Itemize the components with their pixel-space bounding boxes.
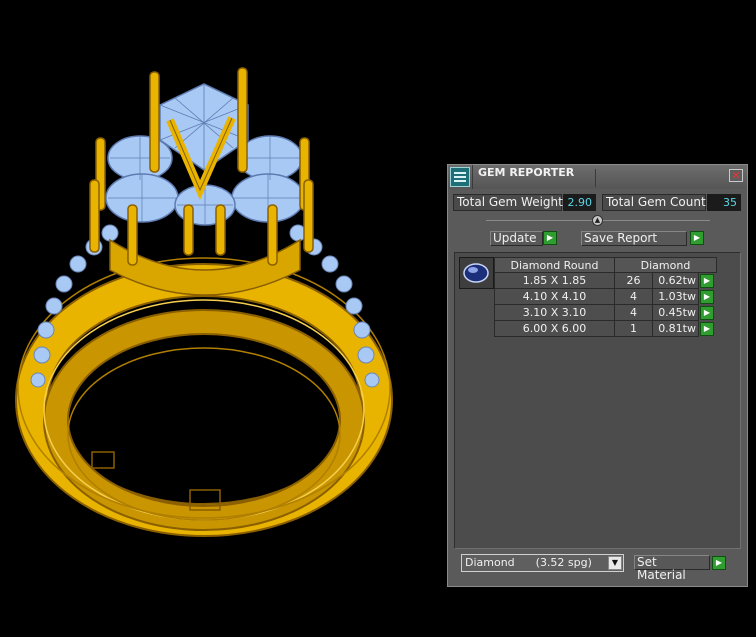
panel-title: GEM REPORTER [478,166,575,179]
table-row-weight: 0.45tw [653,305,699,321]
total-gem-count-value: 35 [707,194,741,211]
column-header-diamond-round: Diamond Round [494,257,615,273]
title-separator [472,165,473,189]
column-header-diamond: Diamond [615,257,717,273]
total-gem-weight-value: 2.90 [563,194,596,211]
table-row-count: 1 [615,321,653,337]
ring-band-inner [45,311,363,529]
material-select[interactable]: Diamond (3.52 spg) ▼ [461,554,624,572]
table-row-count: 26 [615,273,653,289]
gem-report-area: Diamond Round Diamond 1.85 X 1.85 26 0.6… [454,252,741,549]
table-row-size: 1.85 X 1.85 [494,273,615,289]
band-detail [91,451,115,469]
table-row-weight: 1.03tw [653,289,699,305]
table-row-size: 6.00 X 6.00 [494,321,615,337]
save-report-go-icon[interactable]: ▶ [690,231,704,245]
ring-render [15,67,393,537]
table-row-weight: 0.62tw [653,273,699,289]
3d-viewport[interactable] [0,0,440,633]
chevron-down-icon[interactable]: ▼ [608,556,622,570]
table-row-weight: 0.81tw [653,321,699,337]
total-gem-weight-label: Total Gem Weight [453,194,563,211]
diamond-icon [459,257,494,289]
total-gem-count-label: Total Gem Count [602,194,706,211]
material-select-value: Diamond (3.52 spg) [465,556,592,569]
table-row-count: 4 [615,289,653,305]
slider-handle[interactable]: ▲ [592,215,603,226]
set-material-button[interactable]: Set Material [634,555,710,582]
update-button[interactable]: Update [490,231,543,246]
panel-titlebar[interactable]: GEM REPORTER ✕ [448,165,747,189]
update-go-icon[interactable]: ▶ [543,231,557,245]
set-material-go-icon[interactable]: ▶ [712,556,726,570]
save-report-button[interactable]: Save Report [581,231,687,246]
gem-reporter-panel: GEM REPORTER ✕ Total Gem Weight 2.90 Tot… [447,164,748,587]
table-row-count: 4 [615,305,653,321]
gem-reporter-app-icon [450,167,470,187]
table-row-size: 4.10 X 4.10 [494,289,615,305]
table-row-size: 3.10 X 3.10 [494,305,615,321]
row-go-icon[interactable]: ▶ [700,306,714,320]
title-separator [595,169,596,187]
row-go-icon[interactable]: ▶ [700,290,714,304]
row-go-icon[interactable]: ▶ [700,274,714,288]
close-icon[interactable]: ✕ [729,169,743,182]
row-go-icon[interactable]: ▶ [700,322,714,336]
